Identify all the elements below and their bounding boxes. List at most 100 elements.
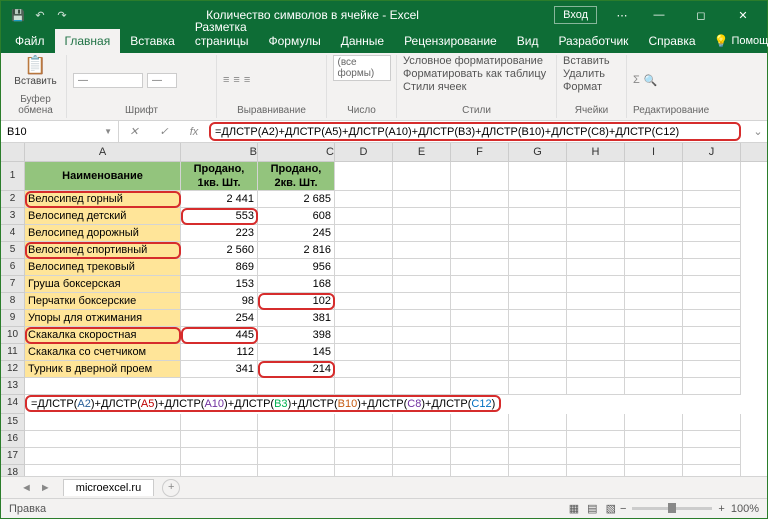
cell[interactable]	[509, 327, 567, 344]
sheet-nav-next-icon[interactable]: ►	[40, 482, 51, 494]
cell[interactable]	[625, 344, 683, 361]
cell[interactable]	[451, 344, 509, 361]
cell[interactable]	[335, 378, 393, 395]
row-header[interactable]: 12	[1, 361, 25, 378]
add-sheet-button[interactable]: +	[162, 479, 180, 497]
cell[interactable]	[181, 414, 258, 431]
cell[interactable]: 245	[258, 225, 335, 242]
ribbon-options-icon[interactable]: ⋯	[607, 9, 637, 22]
view-break-icon[interactable]: ▧	[606, 502, 616, 515]
select-all-corner[interactable]	[1, 143, 25, 161]
tab-help[interactable]: Справка	[638, 29, 705, 53]
row-header[interactable]: 6	[1, 259, 25, 276]
cell[interactable]	[567, 361, 625, 378]
cell[interactable]: 112	[181, 344, 258, 361]
cell[interactable]: 2 816	[258, 242, 335, 259]
cell[interactable]	[683, 431, 741, 448]
zoom-in-button[interactable]: +	[718, 503, 724, 515]
insert-cells-button[interactable]: Вставить	[563, 55, 610, 67]
maximize-button[interactable]: ◻	[681, 1, 721, 29]
cell[interactable]	[335, 448, 393, 465]
row-header[interactable]: 1	[1, 162, 25, 191]
row-header[interactable]: 5	[1, 242, 25, 259]
save-icon[interactable]: 💾	[9, 6, 27, 24]
name-box[interactable]: B10▼	[1, 121, 119, 142]
cell[interactable]: 98	[181, 293, 258, 310]
cell[interactable]: Упоры для отжимания	[25, 310, 181, 327]
tab-formulas[interactable]: Формулы	[258, 29, 330, 53]
cell[interactable]	[451, 361, 509, 378]
cell[interactable]: Велосипед трековый	[25, 259, 181, 276]
cell[interactable]	[335, 259, 393, 276]
cell[interactable]	[509, 414, 567, 431]
cell[interactable]	[509, 242, 567, 259]
cell[interactable]	[335, 162, 393, 191]
cell[interactable]	[393, 344, 451, 361]
zoom-slider[interactable]	[632, 507, 712, 510]
cell[interactable]: Продано, 2кв. Шт.	[258, 162, 335, 191]
formula-input[interactable]: =ДЛСТР(A2)+ДЛСТР(A5)+ДЛСТР(A10)+ДЛСТР(B3…	[209, 122, 741, 141]
cell[interactable]: Велосипед спортивный	[25, 242, 181, 259]
cell[interactable]	[567, 276, 625, 293]
cell[interactable]	[335, 344, 393, 361]
cell[interactable]: Велосипед детский	[25, 208, 181, 225]
col-header[interactable]: C	[258, 143, 335, 161]
cell[interactable]: Груша боксерская	[25, 276, 181, 293]
cell[interactable]	[625, 310, 683, 327]
tab-data[interactable]: Данные	[331, 29, 394, 53]
expand-formula-icon[interactable]: ⌄	[749, 125, 767, 138]
cell[interactable]	[451, 378, 509, 395]
cell[interactable]: 381	[258, 310, 335, 327]
cell[interactable]	[509, 378, 567, 395]
cell[interactable]: 168	[258, 276, 335, 293]
row-header[interactable]: 9	[1, 310, 25, 327]
cell[interactable]: Скакалка скоростная	[25, 327, 181, 344]
cell[interactable]: Скакалка со счетчиком	[25, 344, 181, 361]
number-format-combo[interactable]: (все формы)	[333, 55, 391, 81]
cell[interactable]: Велосипед дорожный	[25, 225, 181, 242]
row-header[interactable]: 11	[1, 344, 25, 361]
cell[interactable]	[335, 431, 393, 448]
cell[interactable]	[625, 414, 683, 431]
cell-styles-button[interactable]: Стили ячеек	[403, 81, 466, 93]
row-header[interactable]: 15	[1, 414, 25, 431]
cell[interactable]	[509, 259, 567, 276]
cell[interactable]	[683, 242, 741, 259]
cell[interactable]	[335, 208, 393, 225]
cell[interactable]	[393, 208, 451, 225]
cell[interactable]	[509, 431, 567, 448]
cell[interactable]	[451, 414, 509, 431]
col-header[interactable]: B	[181, 143, 258, 161]
cell[interactable]	[625, 361, 683, 378]
accept-formula-icon[interactable]: ✓	[149, 125, 179, 138]
cell[interactable]	[258, 414, 335, 431]
undo-icon[interactable]: ↶	[31, 6, 49, 24]
tab-developer[interactable]: Разработчик	[548, 29, 638, 53]
cell[interactable]	[393, 162, 451, 191]
cancel-formula-icon[interactable]: ✕	[119, 125, 149, 138]
col-header[interactable]: I	[625, 143, 683, 161]
cell[interactable]	[393, 225, 451, 242]
row-header[interactable]: 13	[1, 378, 25, 395]
login-button[interactable]: Вход	[554, 6, 597, 24]
cell[interactable]: Наименование	[25, 162, 181, 191]
col-header[interactable]: A	[25, 143, 181, 161]
cell[interactable]	[335, 414, 393, 431]
cell[interactable]	[509, 225, 567, 242]
row-header[interactable]: 14	[1, 395, 25, 414]
cell[interactable]	[451, 327, 509, 344]
cell[interactable]	[25, 378, 181, 395]
cell[interactable]: 254	[181, 310, 258, 327]
cell[interactable]	[625, 293, 683, 310]
cell[interactable]	[683, 344, 741, 361]
cell[interactable]	[335, 225, 393, 242]
cell[interactable]: 223	[181, 225, 258, 242]
cell[interactable]	[683, 208, 741, 225]
cell[interactable]	[25, 414, 181, 431]
cell[interactable]	[683, 310, 741, 327]
cell[interactable]	[335, 293, 393, 310]
cell[interactable]	[567, 242, 625, 259]
cell[interactable]: 869	[181, 259, 258, 276]
cell[interactable]	[625, 276, 683, 293]
row-header[interactable]: 2	[1, 191, 25, 208]
